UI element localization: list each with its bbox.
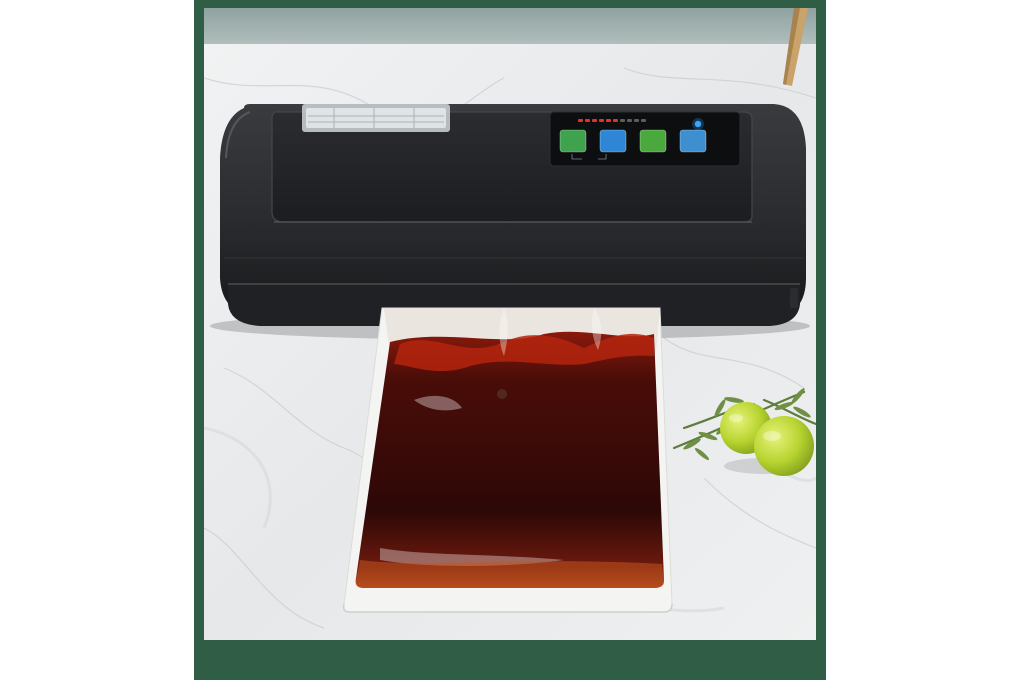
control-panel bbox=[549, 111, 741, 167]
lid-window bbox=[302, 104, 450, 132]
vac-seal-key bbox=[599, 129, 627, 153]
wall bbox=[204, 8, 816, 48]
indicator-light bbox=[620, 119, 625, 122]
bag-liquid bbox=[355, 331, 664, 588]
indicator-light bbox=[578, 119, 583, 122]
page bbox=[0, 0, 1020, 680]
photo-frame bbox=[194, 0, 826, 680]
stop-key bbox=[679, 129, 707, 153]
indicator-light bbox=[585, 119, 590, 122]
seal-key bbox=[559, 129, 587, 153]
indicator-light bbox=[627, 119, 632, 122]
indicator-light bbox=[592, 119, 597, 122]
indicator-light bbox=[641, 119, 646, 122]
sealed-bag bbox=[342, 307, 673, 613]
dry-moist-key bbox=[639, 129, 667, 153]
indicator-light bbox=[634, 119, 639, 122]
vacuum-sealer bbox=[220, 104, 806, 326]
lime-front bbox=[754, 416, 814, 476]
indicator-light bbox=[599, 119, 604, 122]
product-scene bbox=[204, 8, 816, 640]
indicator-light bbox=[613, 119, 618, 122]
indicator-light bbox=[606, 119, 611, 122]
product-photo bbox=[204, 8, 816, 640]
